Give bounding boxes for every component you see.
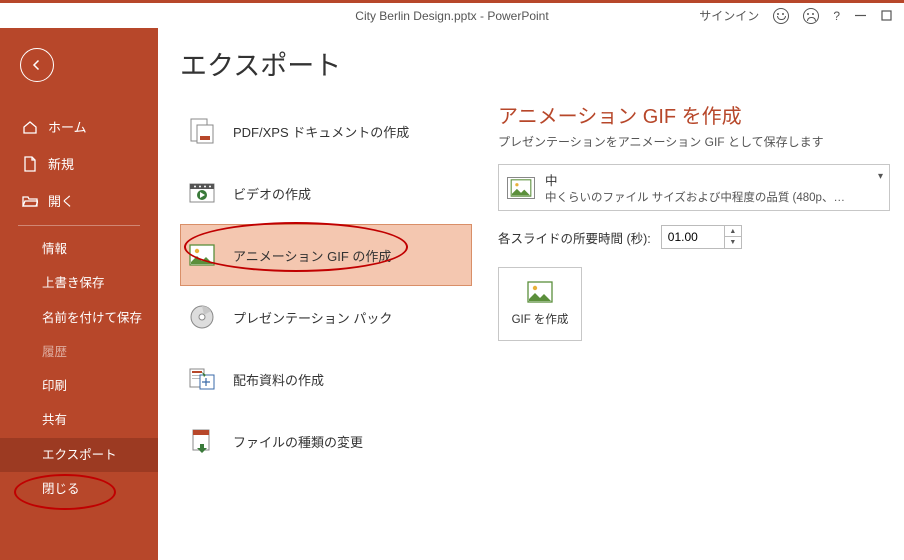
page-title: エクスポート [180,44,884,83]
handouts-icon [187,364,217,394]
nav-info[interactable]: 情報 [0,232,158,266]
help-button[interactable]: ? [833,9,840,23]
nav-export[interactable]: エクスポート [0,438,158,472]
minimize-button[interactable] [854,10,866,21]
export-video[interactable]: ビデオの作成 [180,162,472,224]
filetype-icon [187,426,217,456]
spinner-up[interactable]: ▲ [725,226,741,237]
export-package[interactable]: プレゼンテーション パック [180,286,472,348]
gif-quality-dropdown[interactable]: 中 中くらいのファイル サイズおよび中程度の品質 (480p、15f… ▾ [498,164,890,211]
create-gif-label: GIF を作成 [512,311,569,327]
create-gif-button[interactable]: GIF を作成 [498,267,582,341]
title-bar: City Berlin Design.pptx - PowerPoint サイン… [0,3,904,28]
home-icon [22,119,38,135]
pdfxps-icon [187,116,217,146]
open-icon [22,193,38,209]
nav-save[interactable]: 上書き保存 [0,266,158,300]
main-content: エクスポート PDF/XPS ドキュメントの作成 ビデオの作成 アニメーション … [158,28,904,560]
chevron-down-icon: ▾ [878,171,883,182]
signin-link[interactable]: サインイン [699,7,759,24]
gif-heading: アニメーション GIF を作成 [498,100,890,129]
create-gif-icon [527,281,553,303]
package-icon [187,302,217,332]
spinner-down[interactable]: ▼ [725,237,741,248]
quality-label: 中 [545,170,845,189]
nav-new-label: 新規 [48,154,74,173]
timing-label: 各スライドの所要時間 (秒): [498,228,651,247]
export-gif[interactable]: アニメーション GIF の作成 [180,224,472,286]
nav-print[interactable]: 印刷 [0,369,158,403]
export-package-label: プレゼンテーション パック [233,308,392,327]
gif-icon [187,240,217,270]
export-options-list: PDF/XPS ドキュメントの作成 ビデオの作成 アニメーション GIF の作成… [180,100,472,472]
nav-close[interactable]: 閉じる [0,472,158,506]
nav-home-label: ホーム [48,117,87,136]
export-gif-label: アニメーション GIF の作成 [233,246,391,265]
nav-open-label: 開く [48,191,74,210]
new-icon [22,156,38,172]
nav-divider [18,225,140,226]
export-pdfxps-label: PDF/XPS ドキュメントの作成 [233,122,409,141]
nav-home[interactable]: ホーム [0,108,158,145]
nav-saveas[interactable]: 名前を付けて保存 [0,301,158,335]
export-handouts[interactable]: 配布資料の作成 [180,348,472,410]
gif-description: プレゼンテーションをアニメーション GIF として保存します [498,133,890,150]
quality-sub: 中くらいのファイル サイズおよび中程度の品質 (480p、15f… [545,189,845,205]
gif-settings-pane: アニメーション GIF を作成 プレゼンテーションをアニメーション GIF とし… [498,100,890,341]
export-filetype[interactable]: ファイルの種類の変更 [180,410,472,472]
timing-spinner[interactable]: ▲ ▼ [661,225,742,249]
timing-input[interactable] [662,230,724,244]
nav-open[interactable]: 開く [0,182,158,219]
export-handouts-label: 配布資料の作成 [233,370,324,389]
feedback-sad-icon[interactable] [803,8,819,24]
export-filetype-label: ファイルの種類の変更 [233,432,363,451]
timing-row: 各スライドの所要時間 (秒): ▲ ▼ [498,225,890,249]
quality-icon [507,177,535,199]
maximize-button[interactable] [880,10,892,21]
back-button[interactable] [20,48,54,82]
feedback-smile-icon[interactable] [773,8,789,24]
export-video-label: ビデオの作成 [233,184,311,203]
nav-share[interactable]: 共有 [0,403,158,437]
nav-history: 履歴 [0,335,158,369]
backstage-sidebar: ホーム 新規 開く 情報 上書き保存 名前を付けて保存 履歴 印刷 共有 エクス… [0,28,158,560]
nav-new[interactable]: 新規 [0,145,158,182]
export-pdfxps[interactable]: PDF/XPS ドキュメントの作成 [180,100,472,162]
video-icon [187,178,217,208]
